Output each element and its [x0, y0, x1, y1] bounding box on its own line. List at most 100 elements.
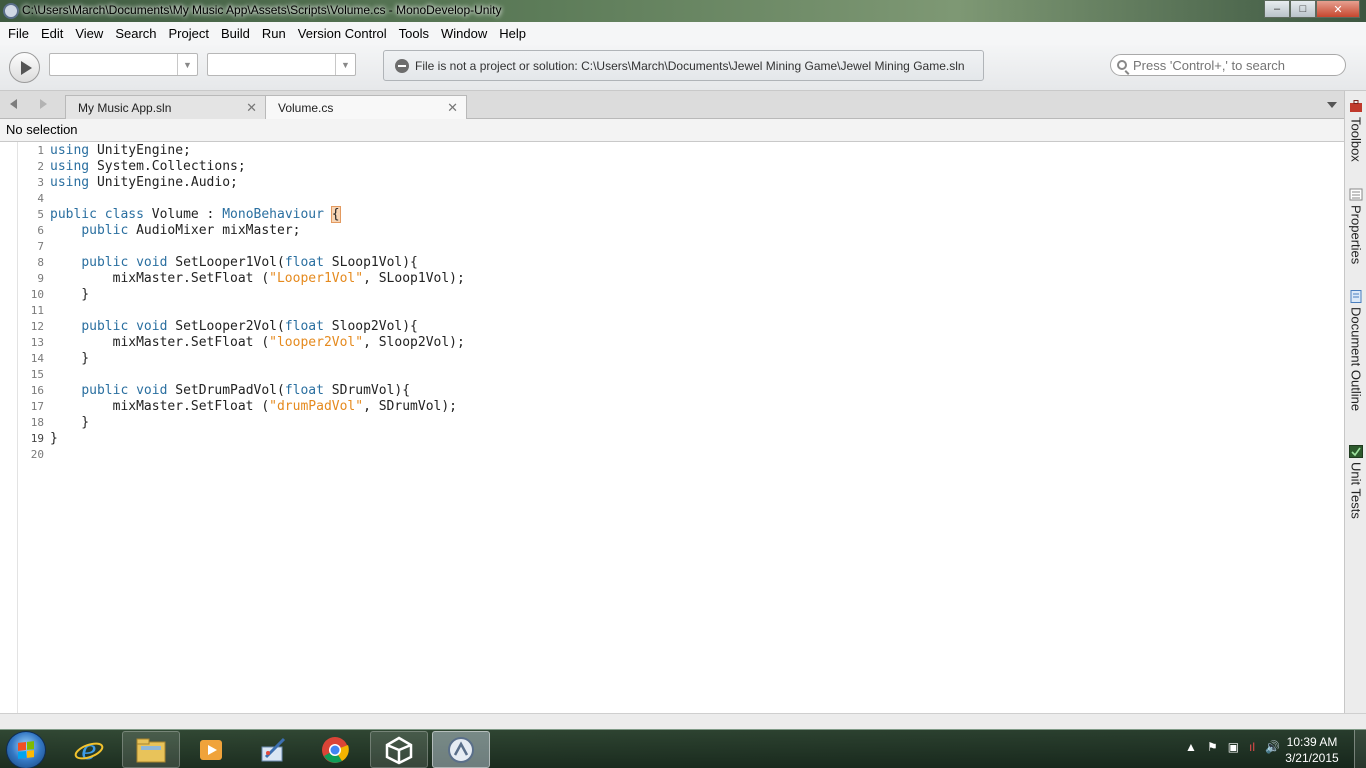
device-icon[interactable]: ▣ — [1228, 740, 1239, 754]
run-button[interactable] — [9, 52, 40, 83]
menu-view[interactable]: View — [71, 26, 111, 41]
navigate-forward-icon[interactable] — [40, 99, 47, 109]
code-text: } — [50, 351, 90, 366]
line-number: 12 — [30, 320, 44, 333]
close-icon[interactable]: ✕ — [246, 100, 257, 116]
internet-explorer-icon: e — [74, 736, 104, 765]
menu-edit[interactable]: Edit — [37, 26, 71, 41]
code-type: MonoBehaviour — [222, 207, 324, 222]
taskbar-media-player[interactable] — [182, 731, 240, 768]
code-line[interactable]: 3 using UnityEngine.Audio; — [18, 175, 1344, 191]
code-keyword: public — [81, 255, 129, 270]
code-lines[interactable]: 1 using UnityEngine; 2 using System.Collect… — [18, 142, 1344, 463]
unity-icon — [385, 736, 413, 764]
code-editor[interactable]: 1 using UnityEngine; 2 using System.Collect… — [0, 142, 1344, 713]
path-bar[interactable]: No selection — [0, 119, 1344, 142]
code-line[interactable]: 12 public void SetLooper2Vol(float Sloop… — [18, 319, 1344, 335]
menu-project[interactable]: Project — [165, 26, 217, 41]
line-number: 14 — [30, 352, 44, 365]
close-icon[interactable]: ✕ — [447, 100, 458, 116]
chevron-down-icon[interactable]: ▼ — [335, 54, 355, 75]
search-input[interactable] — [1133, 57, 1333, 73]
status-area: File is not a project or solution: C:\Us… — [383, 50, 984, 81]
code-line[interactable]: 17 mixMaster.SetFloat ("drumPadVol", SDr… — [18, 399, 1344, 415]
start-button[interactable] — [6, 731, 46, 768]
menu-window[interactable]: Window — [437, 26, 495, 41]
clock-date: 3/21/2015 — [1285, 751, 1339, 765]
code-line[interactable]: 8 public void SetLooper1Vol(float SLoop1… — [18, 255, 1344, 271]
code-text: System.Collections; — [89, 159, 246, 174]
search-box[interactable] — [1110, 54, 1346, 76]
menu-version-control[interactable]: Version Control — [294, 26, 395, 41]
code-line[interactable]: 15 — [18, 367, 1344, 383]
code-line[interactable]: 6 public AudioMixer mixMaster; — [18, 223, 1344, 239]
code-line[interactable]: 18 } — [18, 415, 1344, 431]
code-keyword: public — [81, 223, 129, 238]
maximize-button[interactable]: □ — [1290, 0, 1316, 18]
code-string: "drumPadVol" — [269, 399, 364, 414]
line-number: 5 — [37, 208, 44, 221]
bottom-status-bar — [0, 713, 1366, 729]
minimize-button[interactable]: – — [1264, 0, 1290, 18]
tab-list-dropdown-icon[interactable] — [1327, 102, 1337, 108]
dock-toolbox[interactable]: Toolbox — [1345, 100, 1366, 162]
dock-properties[interactable]: Properties — [1345, 188, 1366, 264]
target-combo[interactable]: ▼ — [207, 53, 356, 76]
code-keyword: using — [50, 143, 90, 158]
code-keyword: float — [284, 255, 324, 270]
dock-document-outline[interactable]: Document Outline — [1345, 290, 1366, 411]
tab-my-music-app-sln[interactable]: My Music App.sln ✕ — [65, 95, 266, 119]
code-line[interactable]: 7 — [18, 239, 1344, 255]
editor-icon-margin[interactable] — [0, 142, 18, 713]
tab-volume-cs[interactable]: Volume.cs ✕ — [265, 95, 467, 120]
menu-file[interactable]: File — [4, 26, 37, 41]
taskbar-chrome[interactable] — [306, 731, 364, 768]
code-line[interactable]: 10 } — [18, 287, 1344, 303]
code-line[interactable]: 16 public void SetDrumPadVol(float SDrum… — [18, 383, 1344, 399]
code-line[interactable]: 2 using System.Collections; — [18, 159, 1344, 175]
dock-unit-tests[interactable]: Unit Tests — [1345, 445, 1366, 519]
line-number: 17 — [30, 400, 44, 413]
taskbar-internet-explorer[interactable]: e — [60, 731, 118, 768]
volume-icon[interactable]: 🔊 — [1265, 740, 1280, 754]
taskbar-monodevelop[interactable] — [432, 731, 490, 768]
taskbar-paint[interactable] — [244, 731, 302, 768]
action-center-flag-icon[interactable]: ⚑ — [1207, 740, 1218, 754]
code-text: , Sloop2Vol); — [363, 335, 465, 350]
menu-run[interactable]: Run — [258, 26, 294, 41]
code-line[interactable]: 14 } — [18, 351, 1344, 367]
clock-time: 10:39 AM — [1286, 735, 1338, 749]
code-line[interactable]: 1 using UnityEngine; — [18, 143, 1344, 159]
menu-search[interactable]: Search — [111, 26, 164, 41]
code-line[interactable]: 9 mixMaster.SetFloat ("Looper1Vol", SLoo… — [18, 271, 1344, 287]
show-hidden-icons-icon[interactable]: ▲ — [1185, 740, 1197, 754]
line-number: 16 — [30, 384, 44, 397]
code-line[interactable]: 4 — [18, 191, 1344, 207]
configuration-combo[interactable]: ▼ — [49, 53, 198, 76]
code-line[interactable]: 19} — [18, 431, 1344, 447]
close-button[interactable]: ✕ — [1316, 0, 1360, 18]
chevron-down-icon[interactable]: ▼ — [177, 54, 197, 75]
window-controls: – □ ✕ — [1264, 0, 1360, 18]
taskbar-file-explorer[interactable] — [122, 731, 180, 768]
folder-icon — [136, 738, 166, 762]
taskbar-unity[interactable] — [370, 731, 428, 768]
system-tray: ▲ ⚑ ▣ ıl 🔊 — [1185, 740, 1280, 754]
code-line[interactable]: 11 — [18, 303, 1344, 319]
code-line[interactable]: 13 mixMaster.SetFloat ("looper2Vol", Slo… — [18, 335, 1344, 351]
clock[interactable]: 10:39 AM 3/21/2015 — [1280, 734, 1344, 766]
line-number: 10 — [30, 288, 44, 301]
monodevelop-app-icon[interactable] — [3, 3, 19, 19]
menu-build[interactable]: Build — [217, 26, 258, 41]
network-signal-icon[interactable]: ıl — [1249, 740, 1255, 754]
properties-icon — [1349, 188, 1363, 201]
show-desktop-button[interactable] — [1354, 730, 1366, 768]
menu-tools[interactable]: Tools — [395, 26, 437, 41]
navigate-back-icon[interactable] — [10, 99, 17, 109]
code-line[interactable]: 5 public class Volume : MonoBehaviour { — [18, 206, 1344, 223]
code-line[interactable]: 20 — [18, 447, 1344, 463]
menu-help[interactable]: Help — [495, 26, 534, 41]
